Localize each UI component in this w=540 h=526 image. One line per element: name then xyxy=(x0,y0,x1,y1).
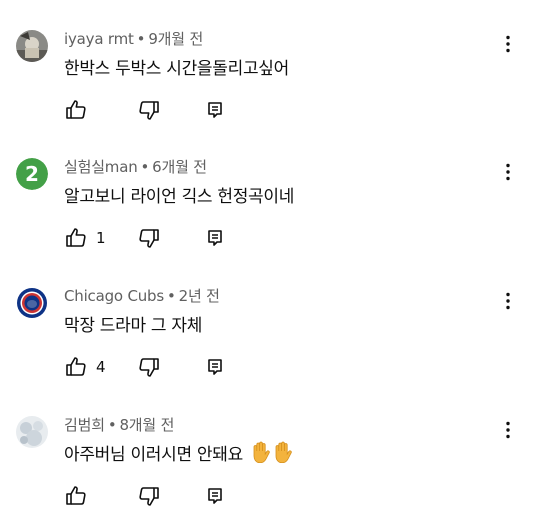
avatar-initial: 2 xyxy=(25,162,39,186)
dislike-button[interactable] xyxy=(137,484,161,508)
reply-button[interactable] xyxy=(203,355,227,379)
like-button[interactable]: 1 xyxy=(64,226,106,250)
more-vertical-icon xyxy=(506,292,510,310)
thumbs-down-icon xyxy=(139,101,159,120)
thumbs-down-icon xyxy=(139,229,159,248)
comment-meta: 실험실man • 6개월 전 xyxy=(64,156,207,177)
comment-meta: Chicago Cubs • 2년 전 xyxy=(64,285,220,306)
more-options-button[interactable] xyxy=(496,418,520,442)
reply-icon xyxy=(208,488,222,504)
separator-dot: • xyxy=(140,158,150,176)
thumbs-down-icon xyxy=(139,487,159,506)
comment-time[interactable]: 9개월 전 xyxy=(148,30,203,48)
comment-item: iyaya rmt • 9개월 전 한박스 두박스 시간을돌리고싶어 xyxy=(0,0,540,128)
author-name[interactable]: 실험실man xyxy=(64,158,138,176)
like-button[interactable] xyxy=(64,484,96,508)
comment-item: 김범희 • 8개월 전 아주버님 이러시면 안돼요 xyxy=(0,386,540,514)
more-vertical-icon xyxy=(506,35,510,53)
comment-text: 한박스 두박스 시간을돌리고싶어 xyxy=(64,59,289,79)
dislike-button[interactable] xyxy=(137,355,161,379)
thumbs-up-icon xyxy=(66,100,86,119)
like-button[interactable]: 4 xyxy=(64,355,106,379)
reply-icon xyxy=(208,102,222,118)
comment-time[interactable]: 6개월 전 xyxy=(152,158,207,176)
comment-meta: iyaya rmt • 9개월 전 xyxy=(64,28,203,49)
raised-hand-icon xyxy=(272,441,292,468)
comment-text: 아주버님 이러시면 안돼요 xyxy=(64,440,292,468)
author-name[interactable]: iyaya rmt xyxy=(64,30,134,48)
like-count: 4 xyxy=(96,358,106,376)
dislike-button[interactable] xyxy=(137,98,161,122)
comment-text: 알고보니 라이언 긱스 헌정곡이네 xyxy=(64,187,295,207)
comment-text-body: 아주버님 이러시면 안돼요 xyxy=(64,445,243,465)
raised-hand-icon xyxy=(250,441,270,468)
dislike-button[interactable] xyxy=(137,226,161,250)
separator-dot: • xyxy=(107,416,117,434)
comment-item: 2 실험실man • 6개월 전 알고보니 라이언 긱스 헌정곡이네 1 xyxy=(0,128,540,256)
reply-icon xyxy=(208,230,222,246)
more-vertical-icon xyxy=(506,163,510,181)
more-options-button[interactable] xyxy=(496,160,520,184)
more-vertical-icon xyxy=(506,421,510,439)
comment-time[interactable]: 8개월 전 xyxy=(119,416,174,434)
author-name[interactable]: 김범희 xyxy=(64,416,105,434)
comment-item: Chicago Cubs • 2년 전 막장 드라마 그 자체 4 xyxy=(0,257,540,385)
avatar[interactable]: 2 xyxy=(16,158,48,190)
avatar[interactable] xyxy=(16,287,48,319)
separator-dot: • xyxy=(136,30,146,48)
thumbs-up-icon xyxy=(66,486,86,505)
reply-button[interactable] xyxy=(203,484,227,508)
avatar[interactable] xyxy=(16,416,48,448)
thumbs-up-icon xyxy=(66,228,86,247)
reply-button[interactable] xyxy=(203,226,227,250)
avatar[interactable] xyxy=(16,30,48,62)
like-count: 1 xyxy=(96,229,106,247)
like-button[interactable] xyxy=(64,98,96,122)
separator-dot: • xyxy=(166,287,176,305)
more-options-button[interactable] xyxy=(496,32,520,56)
comment-text: 막장 드라마 그 자체 xyxy=(64,316,203,336)
more-options-button[interactable] xyxy=(496,289,520,313)
comment-meta: 김범희 • 8개월 전 xyxy=(64,414,174,435)
comment-time[interactable]: 2년 전 xyxy=(179,287,220,305)
thumbs-down-icon xyxy=(139,358,159,377)
author-name[interactable]: Chicago Cubs xyxy=(64,287,164,305)
reply-icon xyxy=(208,359,222,375)
thumbs-up-icon xyxy=(66,357,86,376)
reply-button[interactable] xyxy=(203,98,227,122)
cubs-logo xyxy=(16,287,48,319)
